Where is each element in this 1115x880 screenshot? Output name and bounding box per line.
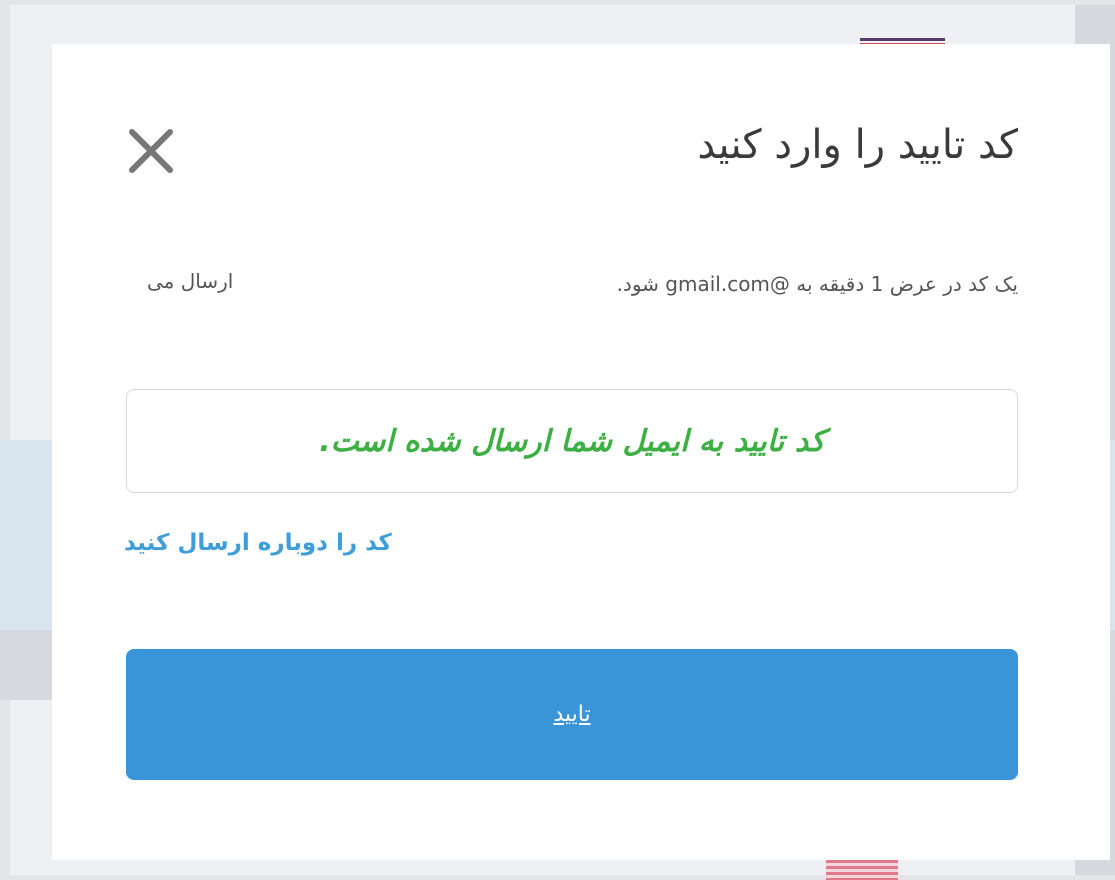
verification-modal: کد تایید را وارد کنید یک کد در عرض 1 دقی… (52, 44, 1110, 860)
confirm-button[interactable]: تایید (126, 649, 1018, 780)
modal-title: کد تایید را وارد کنید (697, 122, 1018, 168)
resend-code-link[interactable]: کد را دوباره ارسال کنید (124, 530, 392, 556)
flag-icon (826, 860, 898, 880)
confirm-button-label: تایید (553, 702, 591, 727)
verification-code-input[interactable]: کد تایید به ایمیل شما ارسال شده است. (126, 389, 1018, 493)
close-icon[interactable] (124, 124, 178, 178)
code-sent-message: کد تایید به ایمیل شما ارسال شده است. (319, 423, 825, 459)
info-text: یک کد در عرض 1 دقیقه به @gmail.com شود. (616, 272, 1018, 296)
info-text-suffix: ارسال می (147, 269, 234, 293)
close-button[interactable] (124, 124, 178, 178)
